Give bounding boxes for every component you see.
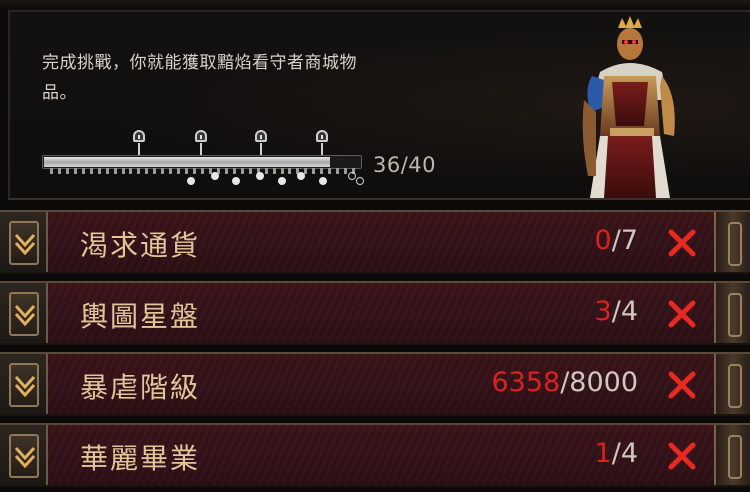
progress-tick — [90, 168, 93, 174]
challenge-total: /4 — [611, 438, 638, 469]
progress-tick — [66, 168, 69, 174]
row-end-cap — [714, 354, 750, 414]
progress-tick — [336, 168, 339, 174]
challenge-total: /4 — [611, 296, 638, 327]
progress-tick — [137, 168, 140, 174]
challenge-current: 0 — [594, 225, 612, 256]
progress-tick — [233, 168, 236, 174]
challenge-row[interactable]: 輿圖星盤 3/4 — [0, 281, 750, 345]
challenge-total: /7 — [611, 225, 638, 256]
milestone-lock-icon — [313, 128, 331, 156]
progress-tick — [320, 168, 323, 174]
red-x-icon — [668, 442, 696, 470]
row-end-cap — [714, 212, 750, 272]
expand-chevron-icon[interactable] — [9, 434, 39, 478]
challenge-progress: 6358/8000 — [491, 367, 638, 398]
progress-tick — [288, 168, 291, 174]
progress-tick — [177, 168, 180, 174]
progress-tick — [344, 168, 347, 174]
progress-bar — [42, 155, 362, 169]
challenge-current: 3 — [594, 296, 612, 327]
challenge-progress: 1/4 — [595, 438, 638, 469]
progress-tick — [193, 168, 196, 174]
warden-portrait — [582, 16, 675, 198]
challenge-description: 完成挑戰，你就能獲取黯焰看守者商城物品。 — [42, 53, 357, 103]
progress-bar-fill — [44, 157, 330, 167]
progress-tick — [273, 168, 276, 174]
progress-tick — [169, 168, 172, 174]
reward-dot — [256, 172, 264, 180]
top-rim — [0, 0, 750, 10]
challenge-title: 渴求通貨 — [80, 229, 201, 262]
progress-tick — [82, 168, 85, 174]
challenge-row[interactable]: 華麗畢業 1/4 — [0, 423, 750, 487]
expand-chevron-icon[interactable] — [9, 221, 39, 265]
challenge-title: 輿圖星盤 — [80, 300, 201, 333]
row-end-cap — [714, 283, 750, 343]
challenge-current: 6358 — [491, 367, 561, 398]
reward-dot — [348, 172, 356, 180]
progress-tick — [50, 168, 53, 174]
progress-tick — [225, 168, 228, 174]
red-x-icon — [668, 229, 696, 257]
reward-dot — [356, 177, 364, 185]
reward-dot — [187, 177, 195, 185]
progress-count: 36/40 — [373, 153, 437, 177]
reward-dot — [319, 177, 327, 185]
challenge-title: 暴虐階級 — [80, 371, 201, 404]
progress-tick — [122, 168, 125, 174]
expand-chevron-icon[interactable] — [9, 292, 39, 336]
progress-tick — [58, 168, 61, 174]
progress-tick — [201, 168, 204, 174]
challenge-row[interactable]: 暴虐階級 6358/8000 — [0, 352, 750, 416]
red-x-icon — [668, 300, 696, 328]
challenge-progress: 3/4 — [595, 296, 638, 327]
milestone-lock-icon — [130, 128, 148, 156]
progress-tick — [145, 168, 148, 174]
reward-dot — [278, 177, 286, 185]
progress-tick — [129, 168, 132, 174]
progress-track — [42, 128, 372, 198]
expand-chevron-icon[interactable] — [9, 363, 39, 407]
progress-tick — [153, 168, 156, 174]
challenge-row[interactable]: 渴求通貨 0/7 — [0, 210, 750, 274]
reward-dot — [211, 172, 219, 180]
progress-tick — [312, 168, 315, 174]
challenge-title: 華麗畢業 — [80, 442, 201, 475]
challenge-current: 1 — [594, 438, 612, 469]
row-end-cap — [714, 425, 750, 485]
challenge-progress: 0/7 — [595, 225, 638, 256]
reward-dot — [297, 172, 305, 180]
milestone-lock-icon — [192, 128, 210, 156]
reward-dot — [232, 177, 240, 185]
progress-tick — [98, 168, 101, 174]
challenge-total: /8000 — [560, 367, 638, 398]
progress-tick — [241, 168, 244, 174]
progress-tick — [265, 168, 268, 174]
red-x-icon — [668, 371, 696, 399]
progress-tick — [185, 168, 188, 174]
progress-tick — [161, 168, 164, 174]
progress-tick — [74, 168, 77, 174]
progress-tick — [114, 168, 117, 174]
progress-tick — [281, 168, 284, 174]
progress-tick — [106, 168, 109, 174]
progress-tick — [249, 168, 252, 174]
milestone-lock-icon — [252, 128, 270, 156]
progress-tick — [328, 168, 331, 174]
